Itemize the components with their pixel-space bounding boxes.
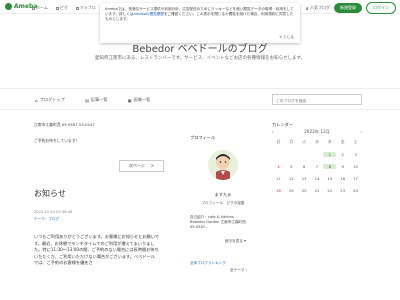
calendar-weekday: 木 [327,139,332,144]
profile-section: プロフィール ますたぁ プロフィール ピグの部屋 自己紹介：cafe & kit… [190,135,252,272]
all-theme-link[interactable]: 全テーマ › [230,268,247,273]
prev-month-button[interactable]: ‹ [272,129,274,135]
cookie-notice: Amebaでは、快適なサービス提供や利用分析、広告配信のためにクッキーなどを使い… [100,3,300,43]
calendar: カレンダー ‹ 2022年 12月 › 日月火水木金土 1 2 3 4 5 6 7 8 9 10 11… [272,122,362,193]
avatar[interactable] [208,150,238,180]
main-column: 江南市江森町西 09 0587-53-0247 ご予約お待ちしています！ 次ペー… [34,122,164,265]
calendar-day[interactable]: 8 [323,164,337,169]
profile-links[interactable]: プロフィール ピグの部屋 [190,201,256,206]
home-icon [32,6,35,10]
tab-blog-top[interactable]: ⌂ ブログトップ [35,97,65,103]
calendar-weekday: 日 [276,139,281,144]
calendar-day: 13 [301,176,307,181]
calendar-day: 23 [340,188,346,193]
home-icon: ⌂ [35,97,38,103]
ranking-link[interactable]: 全体ブログランキング [190,261,226,266]
document-icon: ▤ [84,97,89,103]
calendar-weekday: 月 [289,139,294,144]
welcome-message: ご予約お待ちしています！ [34,138,80,143]
register-button[interactable]: 新規登録 [334,3,362,13]
calendar-day: 3 [354,152,357,157]
tab-image-list[interactable]: ▣ 画像一覧 [128,97,151,103]
calendar-month: 2022年 12月 [304,129,330,134]
calendar-nav: ‹ 2022年 12月 › [272,129,362,135]
calendar-empty-cell [298,152,311,157]
popular-blog-label: 人気ブログ [310,5,330,10]
calendar-day: 24 [353,188,358,193]
calendar-day: 4 [277,164,280,169]
crown-icon: ♛ [305,5,309,11]
calendar-empty-cell [311,152,324,157]
nav-home-label: ホーム [36,5,48,10]
shop-info: 江南市江森町西 09 0587-53-0247 [34,122,95,127]
tab-image-list-label: 画像一覧 [133,97,151,102]
calendar-weekday: 火 [302,139,307,144]
post-title[interactable]: お知らせ [34,188,66,199]
ameblo-icon [75,6,79,10]
login-button[interactable]: ログイン [366,2,396,14]
calendar-day: 22 [327,188,333,193]
profile-heading: プロフィール [190,135,216,140]
post-body: いつもご利用ありがとうございます。お客様にお知らせとお願いです。最近、お休憩でラ… [34,234,159,265]
calendar-day: 19 [288,188,294,193]
calendar-day: 17 [353,176,358,181]
next-month-button[interactable]: › [360,129,362,135]
calendar-day: 21 [314,188,320,193]
calendar-day: 10 [353,164,358,169]
blog-search-field[interactable] [272,94,362,105]
nav-pigg[interactable]: ピグ [55,5,68,11]
calendar-day: 12 [288,176,294,181]
nav-pigg-label: ピグ [59,5,68,10]
popular-blog-link[interactable]: ♛ 人気ブログ [305,5,330,11]
post-date: 2022-10-04 05:36:46 [34,210,73,214]
calendar-day: 20 [301,188,307,193]
calendar-day: 6 [302,164,306,169]
tab-article-list[interactable]: ▤ 記事一覧 [85,97,108,103]
calendar-day: 2 [341,152,344,157]
pigg-icon [55,6,59,10]
calendar-empty-cell [285,152,298,157]
calendar-weekday: 金 [340,139,345,144]
calendar-day: 9 [341,164,344,169]
top-nav: ホーム ピグ アメブロ [32,5,96,11]
calendar-grid: 日月火水木金土 1 2 3 4 5 6 7 8 9 10 11 12 13 14 15 16 17 18 19 20 21… [272,139,362,193]
nav-home[interactable]: ホーム [32,5,48,11]
calendar-day: 5 [290,164,293,169]
top-right-actions: ♛ 人気ブログ 新規登録 ログイン [305,2,396,14]
calendar-heading: カレンダー [272,122,293,127]
calendar-weekday: 水 [315,139,319,144]
ameba-logo-icon [5,3,12,10]
calendar-day: 7 [315,164,319,169]
blog-subtitle: 愛知県江南市にある、レストランバーです。サービス、イベントなどお店の各種情報をお… [94,56,306,61]
profile-name[interactable]: ますたぁ [190,192,256,198]
calendar-weekday: 土 [353,139,358,144]
image-icon: ▣ [127,97,132,103]
calendar-day[interactable]: 1 [323,152,337,157]
tab-article-list-label: 記事一覧 [90,97,108,102]
blog-search-input[interactable] [276,99,358,103]
calendar-day: 15 [327,176,333,181]
calendar-day: 14 [314,176,320,181]
cookie-close-label: とじる [283,35,294,39]
calendar-empty-cell [272,152,285,157]
next-page-button[interactable]: 次ページ [119,160,164,172]
profile-description: 自己紹介：cafe & kitchen Bebedor Garden 江南市江森… [190,215,246,229]
calendar-day: 18 [276,188,281,193]
tab-blog-top-label: ブログトップ [39,97,65,102]
calendar-day: 11 [276,176,281,181]
cookie-history-link[interactable]: Amebaの閲覧履歴 [133,12,164,16]
nav-ameblo[interactable]: アメブロ [75,5,96,11]
post-theme-link[interactable]: テーマ：ブログ [34,217,59,222]
avatar-illustration [208,150,238,180]
read-more-link[interactable]: 続きを見る ▾ [225,239,246,244]
blog-nav: ⌂ ブログトップ ▤ 記事一覧 ▣ 画像一覧 [0,88,400,110]
calendar-day: 16 [340,176,346,181]
nav-ameblo-label: アメブロ [79,5,96,10]
cookie-close-button[interactable]: ✕ とじる [279,35,294,40]
